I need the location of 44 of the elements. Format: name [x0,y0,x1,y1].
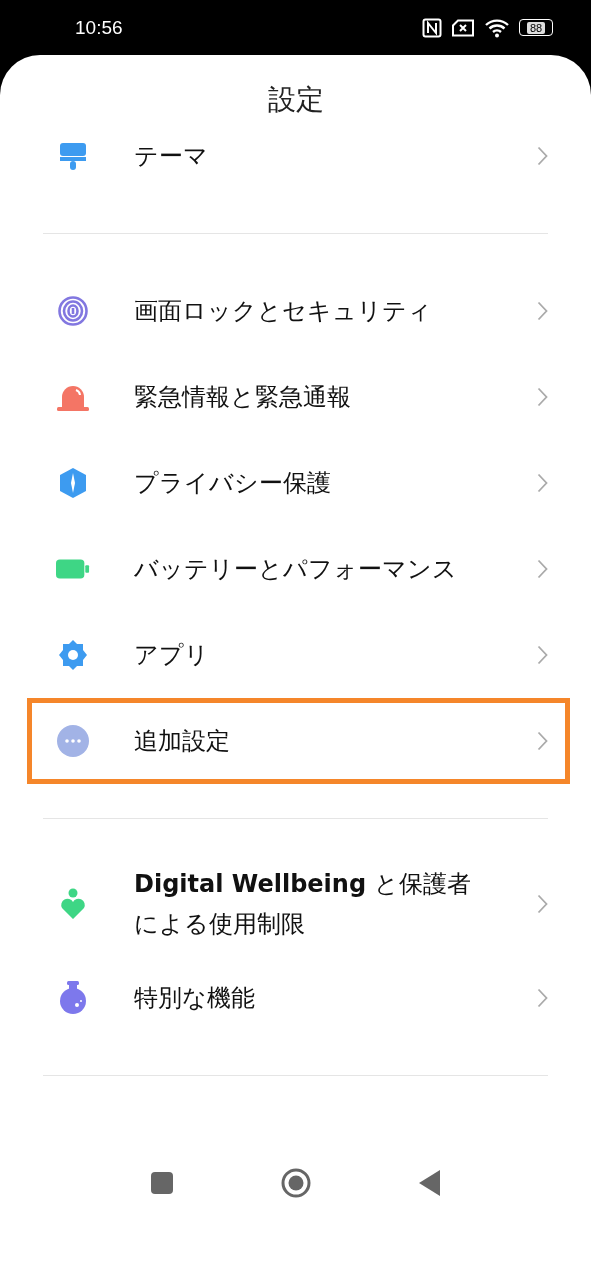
item-label: Digital Wellbeing と保護者による使用制限 [134,869,472,940]
person-heart-icon [59,888,87,920]
chevron-right-icon [537,988,548,1008]
item-label: 緊急情報と緊急通報 [134,382,352,413]
fingerprint-icon [57,295,89,327]
flask-icon [58,981,88,1015]
chevron-right-icon [537,301,548,321]
battery-icon [56,557,90,581]
recents-icon[interactable] [150,1172,173,1194]
clock-time: 10:56 [75,16,123,39]
settings-item[interactable]: 緊急情報と緊急通報 [27,354,570,440]
item-label: 追加設定 [134,726,231,757]
shield-icon [58,467,88,499]
home-icon[interactable] [280,1168,311,1198]
settings-item[interactable]: プライバシー保護 [27,440,570,526]
nfc-icon [422,17,442,38]
battery-indicator: 88 [519,19,553,36]
settings-item[interactable]: 追加設定 [27,698,570,784]
item-label: アプリ [134,640,210,671]
chevron-right-icon [537,146,548,166]
more-icon [57,725,89,757]
settings-item[interactable]: 特別な機能 [27,955,570,1041]
chevron-right-icon [537,645,548,665]
item-label: 画面ロックとセキュリティ [134,296,433,327]
chevron-right-icon [537,731,548,751]
settings-item[interactable]: テーマ [27,113,570,199]
chevron-right-icon [537,559,548,579]
gear-icon [57,639,89,671]
item-label: プライバシー保護 [134,468,332,499]
page-title: 設定 [266,82,325,113]
settings-item[interactable]: アプリ [27,612,570,698]
settings-item[interactable]: バッテリーとパフォーマンス [27,526,570,612]
paint-roller-icon [57,140,89,172]
chevron-right-icon [537,387,548,407]
item-label: バッテリーとパフォーマンス [134,554,458,585]
settings-item[interactable]: 画面ロックとセキュリティ [27,268,570,354]
chevron-right-icon [537,894,548,914]
item-label: 特別な機能 [134,983,256,1014]
back-icon[interactable] [418,1170,441,1196]
item-label: テーマ [134,141,209,172]
chevron-right-icon [537,473,548,493]
wifi-icon [484,17,510,38]
no-sim-icon [451,18,475,37]
settings-item[interactable]: Digital Wellbeing と保護者による使用制限 [27,853,570,955]
